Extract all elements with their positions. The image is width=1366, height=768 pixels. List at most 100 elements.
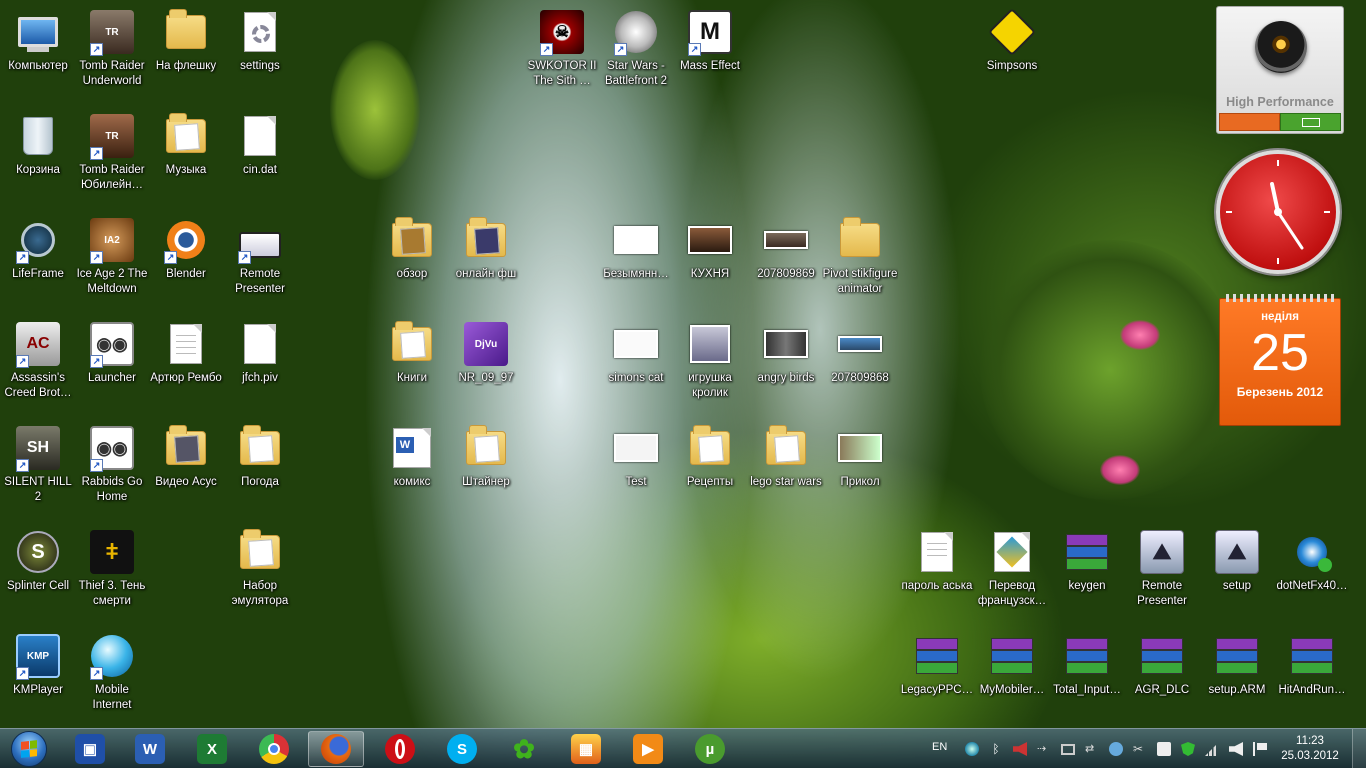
clock-gadget[interactable] <box>1216 150 1340 274</box>
language-indicator[interactable]: EN <box>932 741 947 753</box>
desktop-icon-bezymyannyi[interactable]: Безымянн… <box>598 212 674 316</box>
desktop-icon-207809869[interactable]: 207809869 <box>748 212 824 316</box>
icon-label: 207809868 <box>831 372 889 384</box>
desktop-icon-tomb-raider-anniversary[interactable]: TR ↗ Tomb Raider Юбилейн… <box>74 108 150 212</box>
desktop-icon-angry-birds[interactable]: angry birds <box>748 316 824 420</box>
document-icon <box>913 528 961 576</box>
desktop-icon-remote-presenter-2[interactable]: ⛰ Remote Presenter <box>1124 524 1200 628</box>
desktop-icon-settings[interactable]: settings <box>222 4 298 108</box>
desktop-icon-obzor[interactable]: обзор <box>374 212 450 316</box>
taskbar-utorrent[interactable]: µ <box>682 731 738 767</box>
shield-icon[interactable] <box>1181 742 1195 756</box>
desktop-icon-prikol[interactable]: Прикол <box>822 420 898 524</box>
desktop-icon-recycle-bin[interactable]: Корзина <box>0 108 76 212</box>
monitor-icon[interactable] <box>1061 743 1075 755</box>
blender-icon: ↗ <box>162 216 210 264</box>
power-saver-button[interactable] <box>1219 113 1280 131</box>
desktop-icon-hitandrun[interactable]: HitAndRun… <box>1274 628 1350 732</box>
desktop-icon-perevod[interactable]: Перевод французск… <box>974 524 1050 628</box>
desktop-icon-splinter-cell[interactable]: S Splinter Cell <box>0 524 76 628</box>
desktop-icon-pivot[interactable]: Pivot stikfigure animator <box>822 212 898 316</box>
taskbar-save-app[interactable]: ▣ <box>62 731 118 767</box>
desktop-icon-mobile-internet[interactable]: ↗ Mobile Internet <box>74 628 150 732</box>
calendar-gadget[interactable]: неділя 25 Березень 2012 <box>1219 294 1341 426</box>
speaker-alert-icon[interactable] <box>1013 742 1027 756</box>
desktop-icon-kmplayer[interactable]: KMP ↗ KMPlayer <box>0 628 76 732</box>
desktop-icon-star-wars-battlefront[interactable]: ↗ Star Wars - Battlefront 2 <box>598 4 674 108</box>
desktop-icon-tomb-raider-underworld[interactable]: TR ↗ Tomb Raider Underworld <box>74 4 150 108</box>
desktop-icon-shtainer[interactable]: Штайнер <box>448 420 524 524</box>
desktop-icon-kukhnya[interactable]: КУХНЯ <box>672 212 748 316</box>
bluetooth-icon[interactable]: ᛒ <box>989 742 1003 756</box>
taskbar-opera[interactable] <box>372 731 428 767</box>
desktop-icon-silent-hill[interactable]: SH ↗ SILENT HILL 2 <box>0 420 76 524</box>
desktop-icon-lifeframe[interactable]: ↗ LifeFrame <box>0 212 76 316</box>
desktop-icon-assassins-creed[interactable]: AC ↗ Assassin's Creed Brot… <box>0 316 76 420</box>
taskbar-paint[interactable]: ▦ <box>558 731 614 767</box>
wireless-display-icon[interactable]: ⇄ <box>1085 742 1099 756</box>
desktop-icon-pogoda[interactable]: Погода <box>222 420 298 524</box>
desktop-icon-legacyppc[interactable]: LegacyPPC… <box>899 628 975 732</box>
desktop-icon-keygen[interactable]: keygen <box>1049 524 1125 628</box>
taskbar-chrome[interactable] <box>246 731 302 767</box>
desktop-icon-setup-arm[interactable]: setup.ARM <box>1199 628 1275 732</box>
desktop-icon-video-asus[interactable]: Видео Асус <box>148 420 224 524</box>
device-icon[interactable] <box>1157 742 1171 756</box>
desktop-icon-nr-09-97[interactable]: DjVu NR_09_97 <box>448 316 524 420</box>
desktop-icon-total-input[interactable]: Total_Input… <box>1049 628 1125 732</box>
show-desktop-button[interactable] <box>1352 729 1366 768</box>
desktop-icon-setup[interactable]: ⛰ setup <box>1199 524 1275 628</box>
taskbar-firefox[interactable] <box>308 731 364 767</box>
desktop-icon-dotnetfx40[interactable]: dotNetFx40… <box>1274 524 1350 628</box>
clip-icon[interactable]: ✂ <box>1133 742 1147 756</box>
desktop-icon-knigi[interactable]: Книги <box>374 316 450 420</box>
battery-button[interactable] <box>1280 113 1341 131</box>
desktop-icon-lego-star-wars[interactable]: lego star wars <box>748 420 824 524</box>
desktop-icon-simons-cat[interactable]: simons cat <box>598 316 674 420</box>
desktop-icon-ice-age-2[interactable]: IA2 ↗ Ice Age 2 The Meltdown <box>74 212 150 316</box>
power-icon[interactable] <box>1109 742 1123 756</box>
taskbar-skype[interactable]: S <box>434 731 490 767</box>
usb-icon[interactable]: ⇢ <box>1037 742 1051 756</box>
desktop-icon-muzyka[interactable]: Музыка <box>148 108 224 212</box>
desktop-icon-test[interactable]: Test <box>598 420 674 524</box>
battery-icon <box>1301 117 1320 127</box>
desktop-icon-remote-presenter-1[interactable]: ↗ Remote Presenter <box>222 212 298 316</box>
desktop-icon-onlain-fsh[interactable]: онлайн фш <box>448 212 524 316</box>
icon-label: обзор <box>396 268 428 280</box>
desktop-icon-cin-dat[interactable]: cin.dat <box>222 108 298 212</box>
desktop-icon-launcher[interactable]: ◉◉ ↗ Launcher <box>74 316 150 420</box>
desktop-icon-parol-aska[interactable]: пароль аська <box>899 524 975 628</box>
taskbar-word[interactable]: W <box>122 731 178 767</box>
power-plan-switch[interactable] <box>1219 113 1341 131</box>
desktop-icon-nabor-emulyatora[interactable]: Набор эмулятора <box>222 524 298 628</box>
desktop-icon-komiks[interactable]: W комикс <box>374 420 450 524</box>
game-icon: IA2 ↗ <box>88 216 136 264</box>
desktop-icon-recepty[interactable]: Рецепты <box>672 420 748 524</box>
power-plan-gadget[interactable]: High Performance <box>1216 6 1344 134</box>
taskbar-clock[interactable]: 11:23 25.03.2012 <box>1280 734 1340 764</box>
desktop-icon-mass-effect[interactable]: M ↗ Mass Effect <box>672 4 748 108</box>
desktop-icon-artur-rembo[interactable]: Артюр Рембо <box>148 316 224 420</box>
taskbar-excel[interactable]: X <box>184 731 240 767</box>
start-button[interactable] <box>6 729 52 768</box>
desktop-icon-jfch-piv[interactable]: jfch.piv <box>222 316 298 420</box>
desktop-icon-207809868[interactable]: 207809868 <box>822 316 898 420</box>
desktop-icon-rabbids-go-home[interactable]: ◉◉ ↗ Rabbids Go Home <box>74 420 150 524</box>
network-globe-icon[interactable] <box>965 742 979 756</box>
desktop-icon-computer[interactable]: Компьютер <box>0 4 76 108</box>
icon-label: Видео Асус <box>155 476 217 488</box>
desktop-icon-igrushka-krolik[interactable]: игрушка кролик <box>672 316 748 420</box>
taskbar-media-player[interactable]: ▶ <box>620 731 676 767</box>
desktop-icon-simpsons[interactable]: Simpsons <box>974 4 1050 108</box>
desktop-icon-agr-dlc[interactable]: AGR_DLC <box>1124 628 1200 732</box>
action-center-flag-icon[interactable] <box>1253 742 1267 756</box>
desktop-icon-blender[interactable]: ↗ Blender <box>148 212 224 316</box>
taskbar-icq[interactable]: ✿ <box>496 731 552 767</box>
desktop-icon-mymobiler[interactable]: MyMobiler… <box>974 628 1050 732</box>
volume-icon[interactable] <box>1229 742 1243 756</box>
desktop-icon-na-fleshku[interactable]: На флешку <box>148 4 224 108</box>
desktop-icon-swkotor-2[interactable]: ☠ ↗ SWKOTOR II The Sith … <box>524 4 600 108</box>
signal-bars-icon[interactable] <box>1205 742 1219 756</box>
desktop-icon-thief-3[interactable]: ǂ Thief 3. Тень смерти <box>74 524 150 628</box>
